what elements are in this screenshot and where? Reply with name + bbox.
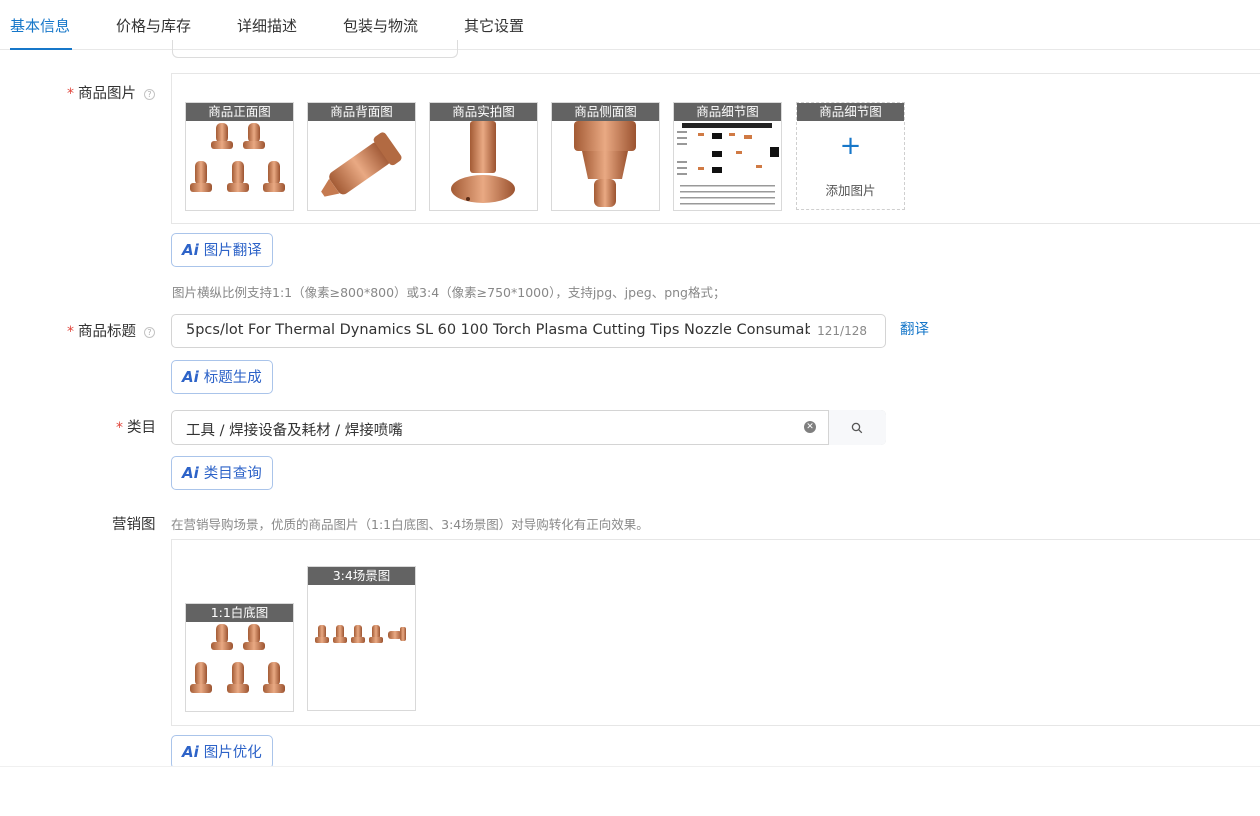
active-tab-indicator bbox=[10, 48, 72, 50]
tab-description[interactable]: 详细描述 bbox=[237, 15, 297, 36]
product-title-input[interactable]: 5pcs/lot For Thermal Dynamics SL 60 100 … bbox=[171, 314, 886, 348]
search-icon bbox=[851, 422, 863, 434]
marketing-hint: 在营销导购场景，优质的商品图片（1:1白底图、3:4场景图）对导购转化有正向效果… bbox=[171, 517, 649, 532]
previous-field-edge bbox=[172, 40, 458, 58]
marketing-image-scene[interactable]: 3:4场景图 bbox=[307, 566, 416, 711]
parts-diagram-image bbox=[674, 121, 781, 210]
help-icon[interactable]: ? bbox=[144, 327, 155, 338]
product-image-real[interactable]: 商品实拍图 bbox=[429, 102, 538, 211]
thumb-label: 商品背面图 bbox=[308, 103, 415, 121]
ai-icon: Ai bbox=[182, 241, 199, 259]
product-title-label: * 商品标题? bbox=[67, 320, 155, 341]
tab-packaging-logistics[interactable]: 包装与物流 bbox=[343, 15, 418, 36]
thumb-label: 商品细节图 bbox=[797, 103, 904, 121]
product-image-side[interactable]: 商品侧面图 bbox=[551, 102, 660, 211]
copper-tip-angled-image bbox=[308, 121, 415, 210]
ai-icon: Ai bbox=[182, 743, 199, 761]
required-mark: * bbox=[67, 86, 74, 102]
page-footer-area bbox=[0, 766, 1260, 816]
tab-basic-info[interactable]: 基本信息 bbox=[10, 15, 70, 36]
image-format-hint: 图片横纵比例支持1:1（像素≥800*800）或3:4（像素≥750*1000）… bbox=[172, 285, 726, 300]
tab-other-settings[interactable]: 其它设置 bbox=[464, 15, 524, 36]
category-select[interactable]: 工具 / 焊接设备及耗材 / 焊接喷嘴 ✕ bbox=[171, 410, 886, 445]
product-images-panel: 商品正面图 商品背面图 商品实拍图 商品侧面图 商品细节图 商品细节图 + 添加… bbox=[171, 73, 1260, 224]
clear-icon[interactable]: ✕ bbox=[804, 421, 816, 433]
thumb-label: 商品正面图 bbox=[186, 103, 293, 121]
category-label: * 类目 bbox=[116, 420, 156, 436]
image-translate-button[interactable]: Ai 图片翻译 bbox=[171, 233, 273, 267]
ai-icon: Ai bbox=[182, 464, 199, 482]
category-query-button[interactable]: Ai 类目查询 bbox=[171, 456, 273, 490]
copper-tips-image bbox=[186, 622, 293, 711]
marketing-images-panel: 1:1白底图 3:4场景图 bbox=[171, 539, 1260, 726]
marketing-images-label: 营销图 bbox=[112, 517, 156, 533]
category-value: 工具 / 焊接设备及耗材 / 焊接喷嘴 bbox=[186, 423, 403, 439]
copper-tip-side-image bbox=[552, 121, 659, 210]
image-optimize-button[interactable]: Ai 图片优化 bbox=[171, 735, 273, 769]
product-image-back[interactable]: 商品背面图 bbox=[307, 102, 416, 211]
translate-link[interactable]: 翻译 bbox=[900, 318, 929, 339]
marketing-image-white-bg[interactable]: 1:1白底图 bbox=[185, 603, 294, 712]
title-value: 5pcs/lot For Thermal Dynamics SL 60 100 … bbox=[186, 322, 810, 338]
copper-tips-image bbox=[186, 121, 293, 210]
title-char-count: 121/128 bbox=[817, 324, 867, 338]
thumb-label: 商品实拍图 bbox=[430, 103, 537, 121]
title-generate-button[interactable]: Ai 标题生成 bbox=[171, 360, 273, 394]
thumb-label: 商品侧面图 bbox=[552, 103, 659, 121]
thumb-label: 3:4场景图 bbox=[308, 567, 415, 585]
product-image-front[interactable]: 商品正面图 bbox=[185, 102, 294, 211]
thumb-label: 1:1白底图 bbox=[186, 604, 293, 622]
category-search-button[interactable] bbox=[828, 410, 886, 445]
help-icon[interactable]: ? bbox=[144, 89, 155, 100]
product-images-label: * 商品图片? bbox=[67, 82, 155, 103]
required-mark: * bbox=[67, 324, 74, 340]
thumb-label: 商品细节图 bbox=[674, 103, 781, 121]
add-image-text: 添加图片 bbox=[825, 183, 876, 198]
product-image-detail[interactable]: 商品细节图 bbox=[673, 102, 782, 211]
copper-tips-row-image bbox=[308, 585, 415, 710]
add-image-slot[interactable]: 商品细节图 + 添加图片 bbox=[796, 102, 905, 210]
required-mark: * bbox=[116, 420, 123, 436]
copper-tip-vertical-image bbox=[430, 121, 537, 210]
tab-price-stock[interactable]: 价格与库存 bbox=[116, 15, 191, 36]
plus-icon: + bbox=[839, 131, 862, 161]
ai-icon: Ai bbox=[182, 368, 199, 386]
